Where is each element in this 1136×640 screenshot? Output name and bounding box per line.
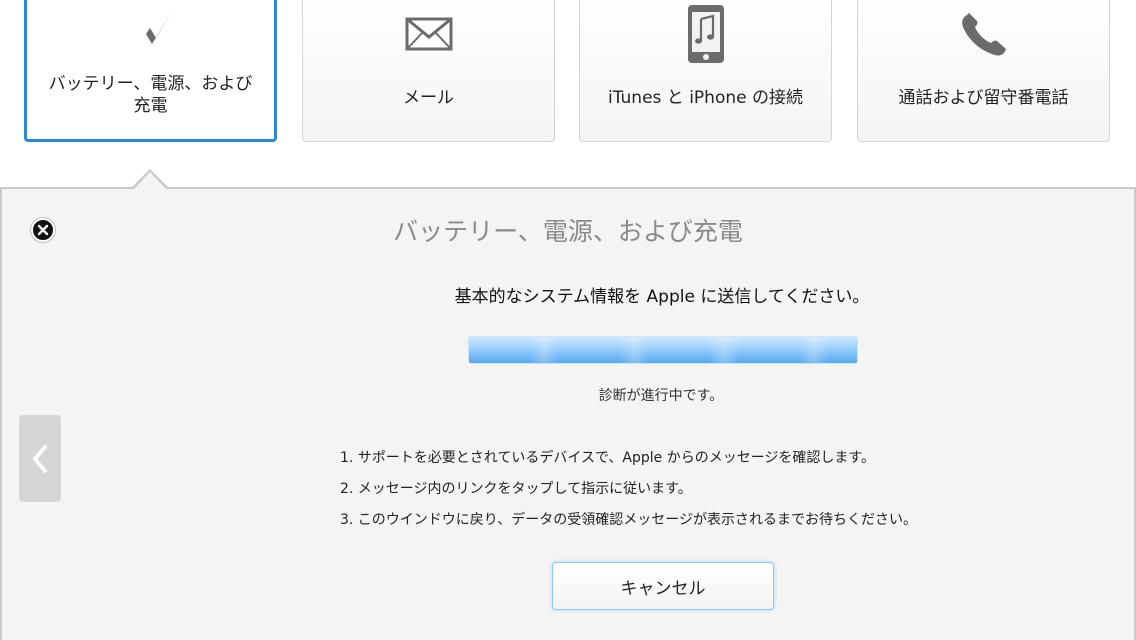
tile-calls-voicemail[interactable]: 通話および留守番電話 (857, 0, 1110, 142)
lightning-bolt-icon (27, 5, 274, 67)
tile-label: バッテリー、電源、および充電 (48, 74, 253, 116)
progress-status-text: 診断が進行中です。 (598, 388, 724, 404)
tile-label: iTunes と iPhone の接続 (608, 88, 803, 108)
progress-bar (468, 336, 858, 364)
chevron-left-icon (33, 444, 47, 473)
envelope-icon (303, 3, 554, 65)
steps-list: 1. サポートを必要とされているデバイスで、Apple からのメッセージを確認し… (340, 448, 917, 541)
tile-battery-power-charging[interactable]: バッテリー、電源、および充電 (24, 0, 277, 142)
tile-label: メール (403, 88, 454, 108)
cancel-button[interactable]: キャンセル (552, 562, 774, 610)
list-item: 2. メッセージ内のリンクをタップして指示に従います。 (340, 481, 692, 497)
progress-bar-fill (469, 337, 857, 363)
list-item: 1. サポートを必要とされているデバイスで、Apple からのメッセージを確認し… (340, 450, 876, 466)
phone-handset-icon (858, 3, 1109, 65)
panel-pointer-fill (134, 172, 166, 189)
support-page: バッテリー、電源、および充電 メール iTunes と iPhone の接続 通… (0, 0, 1136, 640)
back-button[interactable] (19, 415, 61, 502)
panel-title: バッテリー、電源、および充電 (393, 217, 743, 246)
list-item: 3. このウインドウに戻り、データの受領確認メッセージが表示されるまでお待ちくだ… (340, 512, 917, 528)
iphone-music-icon (580, 3, 831, 65)
instruction-text: 基本的なシステム情報を Apple に送信してください。 (454, 287, 870, 307)
tile-mail[interactable]: メール (302, 0, 555, 142)
tile-label: 通話および留守番電話 (898, 88, 1069, 108)
tile-itunes-iphone-connection[interactable]: iTunes と iPhone の接続 (579, 0, 832, 142)
